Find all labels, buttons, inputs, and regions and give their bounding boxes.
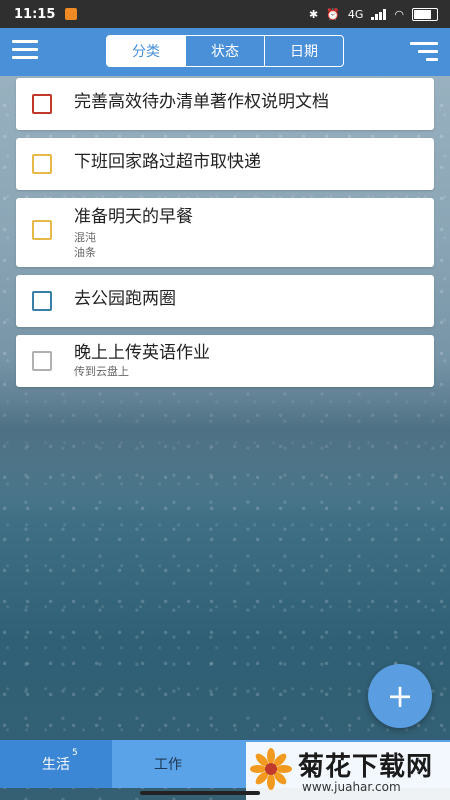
watermark-title: 菊花下载网 xyxy=(298,752,434,782)
task-title: 去公园跑两圈 xyxy=(74,289,176,309)
battery-icon xyxy=(412,7,438,21)
flower-logo-icon xyxy=(250,748,292,790)
tab-date[interactable]: 日期 xyxy=(265,36,343,66)
notification-app-icon xyxy=(65,8,78,20)
category-tab-life[interactable]: 生活 5 xyxy=(0,740,112,788)
status-time: 11:15 xyxy=(14,6,56,22)
add-task-button[interactable]: + xyxy=(368,664,432,728)
task-note: 油条 xyxy=(74,246,96,259)
app-header: 分类 状态 日期 xyxy=(0,28,450,76)
bluetooth-icon: ✱ xyxy=(308,7,319,21)
task-note: 传到云盘上 xyxy=(74,365,129,378)
category-tab-label: 生活 xyxy=(42,757,70,773)
task-checkbox[interactable] xyxy=(32,154,52,174)
sort-icon[interactable] xyxy=(410,42,438,62)
task-content: 晚上上传英语作业 传到云盘上 xyxy=(74,342,210,379)
watermark-url: www.juahar.com xyxy=(302,780,401,794)
task-notes: 混沌 油条 xyxy=(74,230,193,260)
alarm-icon: ⏰ xyxy=(326,7,340,21)
wifi-icon: ◠ xyxy=(394,7,404,21)
task-checkbox[interactable] xyxy=(32,220,52,240)
signal-icon xyxy=(371,8,387,20)
task-item[interactable]: 晚上上传英语作业 传到云盘上 xyxy=(16,335,434,387)
task-checkbox[interactable] xyxy=(32,94,52,114)
category-tab-label: 工作 xyxy=(154,757,182,773)
task-checkbox[interactable] xyxy=(32,291,52,311)
site-watermark: 菊花下载网 www.juahar.com xyxy=(246,742,450,800)
task-content: 下班回家路过超市取快递 xyxy=(74,151,261,173)
task-content: 准备明天的早餐 混沌 油条 xyxy=(74,206,193,260)
task-checkbox[interactable] xyxy=(32,351,52,371)
status-icons: ✱ ⏰ 4G ◠ xyxy=(308,7,438,21)
menu-icon[interactable] xyxy=(12,40,38,62)
task-title: 完善高效待办清单著作权说明文档 xyxy=(74,92,329,112)
tab-status[interactable]: 状态 xyxy=(186,36,265,66)
task-title: 晚上上传英语作业 xyxy=(74,343,210,363)
view-tabs: 分类 状态 日期 xyxy=(106,35,344,67)
task-note: 混沌 xyxy=(74,231,96,244)
task-content: 去公园跑两圈 xyxy=(74,288,176,310)
task-content: 完善高效待办清单著作权说明文档 xyxy=(74,91,329,113)
task-item[interactable]: 去公园跑两圈 xyxy=(16,275,434,327)
network-type-label: 4G xyxy=(347,7,364,21)
task-item[interactable]: 下班回家路过超市取快递 xyxy=(16,138,434,190)
status-bar: 11:15 ✱ ⏰ 4G ◠ xyxy=(0,0,450,28)
task-item[interactable]: 准备明天的早餐 混沌 油条 xyxy=(16,198,434,267)
task-list: 完善高效待办清单著作权说明文档 下班回家路过超市取快递 准备明天的早餐 混沌 油… xyxy=(16,78,434,395)
category-tab-work[interactable]: 工作 xyxy=(112,740,224,788)
task-title: 准备明天的早餐 xyxy=(74,207,193,227)
category-count-badge: 5 xyxy=(72,748,78,758)
tab-category[interactable]: 分类 xyxy=(107,36,186,66)
task-item[interactable]: 完善高效待办清单著作权说明文档 xyxy=(16,78,434,130)
gesture-nav-handle xyxy=(140,791,260,795)
task-title: 下班回家路过超市取快递 xyxy=(74,152,261,172)
